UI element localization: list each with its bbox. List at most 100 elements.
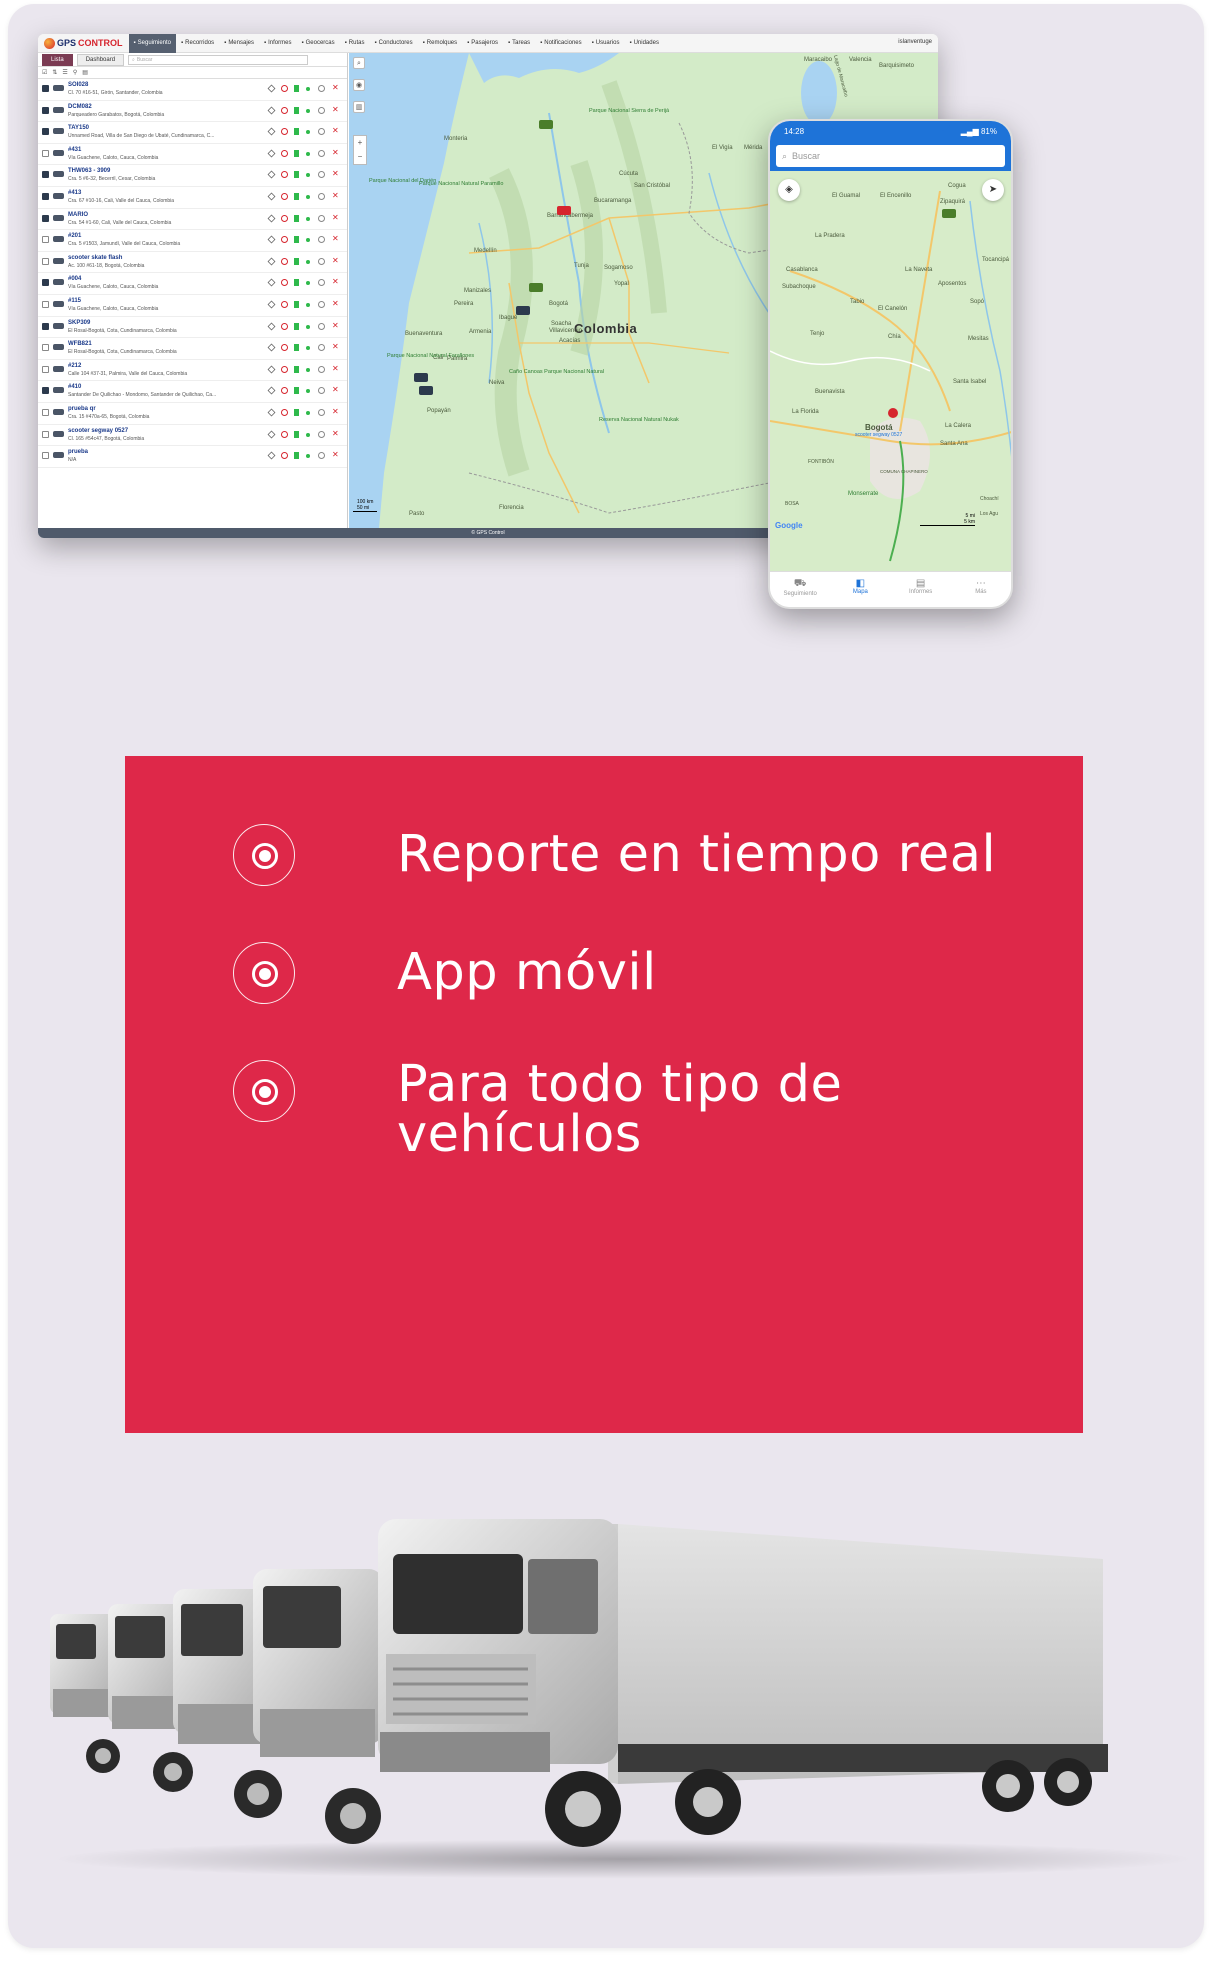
commands-icon[interactable]: [318, 128, 325, 136]
close-icon[interactable]: ✕: [332, 169, 339, 178]
locate-unit-icon[interactable]: [267, 322, 276, 330]
locate-unit-icon[interactable]: [267, 214, 276, 223]
vehicle-marker[interactable]: [419, 386, 433, 395]
close-icon[interactable]: ✕: [332, 342, 339, 351]
unit-row[interactable]: WFB821 El Rosal-Bogotá, Cota, Cundinamarc…: [38, 338, 347, 360]
unit-checkbox[interactable]: [42, 322, 49, 330]
unit-row[interactable]: SOI028 Cl. 70 #16-51, Girón, Santander, C…: [38, 79, 347, 101]
unit-row[interactable]: scooter skate flash Ac. 100 #61-18, Bogot…: [38, 252, 347, 274]
unit-row[interactable]: #413 Cra. 67 #10-16, Cali, Valle del Cauc…: [38, 187, 347, 209]
locate-unit-icon[interactable]: [267, 170, 276, 179]
nav-item-recorridos[interactable]: ▪ Recorridos: [176, 34, 219, 53]
commands-icon[interactable]: [318, 106, 325, 114]
locate-unit-icon[interactable]: [267, 365, 276, 374]
close-icon[interactable]: ✕: [332, 256, 339, 265]
unit-row[interactable]: prueba qr Cra. 15 #470a-65, Bogotá, Colom…: [38, 403, 347, 425]
unit-row[interactable]: #431 Vía Guachene, Caloto, Cauca, Colombi…: [38, 144, 347, 166]
vehicle-marker[interactable]: [414, 373, 428, 382]
close-icon[interactable]: ✕: [332, 105, 339, 114]
locate-unit-icon[interactable]: [267, 106, 276, 115]
unit-checkbox[interactable]: [42, 300, 49, 308]
vehicle-marker[interactable]: [557, 206, 571, 215]
vehicle-marker[interactable]: [529, 283, 543, 292]
phone-tab-mapa[interactable]: ◧ Mapa: [830, 572, 890, 607]
gps-control-logo[interactable]: GPS CONTROL: [38, 34, 129, 53]
commands-icon[interactable]: [318, 236, 325, 244]
close-icon[interactable]: ✕: [332, 191, 339, 200]
commands-icon[interactable]: [318, 365, 325, 373]
unit-row[interactable]: prueba N/A ✕: [38, 446, 347, 468]
unit-checkbox[interactable]: [42, 279, 49, 287]
select-all-icon[interactable]: ☑: [42, 69, 47, 76]
zoom-out-icon[interactable]: −: [354, 150, 366, 164]
close-icon[interactable]: ✕: [332, 321, 339, 330]
unit-row[interactable]: #115 Vía Guachene, Caloto, Cauca, Colombi…: [38, 295, 347, 317]
locate-unit-icon[interactable]: [267, 149, 276, 158]
unit-checkbox[interactable]: [42, 387, 49, 395]
commands-icon[interactable]: [318, 322, 325, 330]
unit-checkbox[interactable]: [42, 214, 49, 222]
phone-map[interactable]: ◈ ➤ Cogua Zipaquirá El Guamal El Encenil…: [770, 171, 1011, 571]
commands-icon[interactable]: [318, 452, 325, 460]
close-icon[interactable]: ✕: [332, 234, 339, 243]
layers-icon[interactable]: ◈: [778, 179, 800, 201]
close-icon[interactable]: ✕: [332, 277, 339, 286]
nav-item-geocercas[interactable]: ▪ Geocercas: [296, 34, 339, 53]
vehicle-marker[interactable]: [942, 209, 956, 218]
commands-icon[interactable]: [318, 257, 325, 265]
map-layers-icon[interactable]: ◉: [353, 79, 365, 91]
locate-unit-icon[interactable]: [267, 300, 276, 309]
unit-row[interactable]: DCM082 Parqueadero Garabatos, Bogotá, Col…: [38, 101, 347, 123]
vehicle-marker[interactable]: [516, 306, 530, 315]
locate-unit-icon[interactable]: [267, 408, 276, 417]
locate-unit-icon[interactable]: [267, 386, 276, 395]
unit-checkbox[interactable]: [42, 171, 49, 179]
unit-row[interactable]: #212 Calle 104 #37-31, Palmira, Valle del…: [38, 360, 347, 382]
unit-checkbox[interactable]: [42, 106, 49, 114]
filter-icon[interactable]: ⚲: [73, 69, 77, 76]
nav-item-rutas[interactable]: ▪ Rutas: [340, 34, 370, 53]
unit-row[interactable]: #410 Santander De Quilichao - Mondomo, Sa…: [38, 381, 347, 403]
unit-checkbox[interactable]: [42, 257, 49, 265]
close-icon[interactable]: ✕: [332, 299, 339, 308]
nav-item-seguimiento[interactable]: ▪ Seguimiento: [128, 34, 177, 53]
commands-icon[interactable]: [318, 171, 325, 179]
close-icon[interactable]: ✕: [332, 148, 339, 157]
commands-icon[interactable]: [318, 214, 325, 222]
nav-item-tareas[interactable]: ▪ Tareas: [503, 34, 535, 53]
unit-row[interactable]: THW063 - 3909 Cra. 5 #6-32, Becerril, Ces…: [38, 165, 347, 187]
commands-icon[interactable]: [318, 300, 325, 308]
vehicle-marker[interactable]: [888, 408, 898, 418]
list-view-icon[interactable]: ☰: [62, 69, 67, 76]
commands-icon[interactable]: [318, 192, 325, 200]
columns-icon[interactable]: ▤: [82, 69, 88, 76]
map-tools-icon[interactable]: ▥: [353, 101, 365, 113]
commands-icon[interactable]: [318, 430, 325, 438]
commands-icon[interactable]: [318, 149, 325, 157]
locate-unit-icon[interactable]: [267, 430, 276, 438]
unit-row[interactable]: #201 Cra. 5 #1503, Jamundí, Valle del Cau…: [38, 230, 347, 252]
locate-unit-icon[interactable]: [267, 257, 276, 266]
commands-icon[interactable]: [318, 279, 325, 287]
unit-checkbox[interactable]: [42, 452, 49, 460]
close-icon[interactable]: ✕: [332, 407, 339, 416]
commands-icon[interactable]: [318, 344, 325, 352]
map-search-icon[interactable]: ⌕: [353, 57, 365, 69]
unit-row[interactable]: TAY150 Unnamed Road, Villa de San Diego d…: [38, 122, 347, 144]
locate-unit-icon[interactable]: [267, 84, 276, 93]
unit-checkbox[interactable]: [42, 192, 49, 200]
unit-row[interactable]: #004 Vía Guachene, Caloto, Cauca, Colombi…: [38, 273, 347, 295]
vehicle-marker[interactable]: [539, 120, 553, 129]
close-icon[interactable]: ✕: [332, 213, 339, 222]
close-icon[interactable]: ✕: [332, 450, 339, 459]
map-zoom-control[interactable]: + −: [353, 135, 367, 165]
locate-unit-icon[interactable]: [267, 192, 276, 201]
zoom-in-icon[interactable]: +: [354, 136, 366, 150]
locate-icon[interactable]: ➤: [982, 179, 1004, 201]
nav-item-unidades[interactable]: ▪ Unidades: [624, 34, 664, 53]
locate-unit-icon[interactable]: [267, 127, 276, 136]
nav-item-usuarios[interactable]: ▪ Usuarios: [587, 34, 625, 53]
commands-icon[interactable]: [318, 408, 325, 416]
commands-icon[interactable]: [318, 85, 325, 92]
phone-tab-seguimiento[interactable]: ⛟ Seguimiento: [770, 572, 830, 607]
